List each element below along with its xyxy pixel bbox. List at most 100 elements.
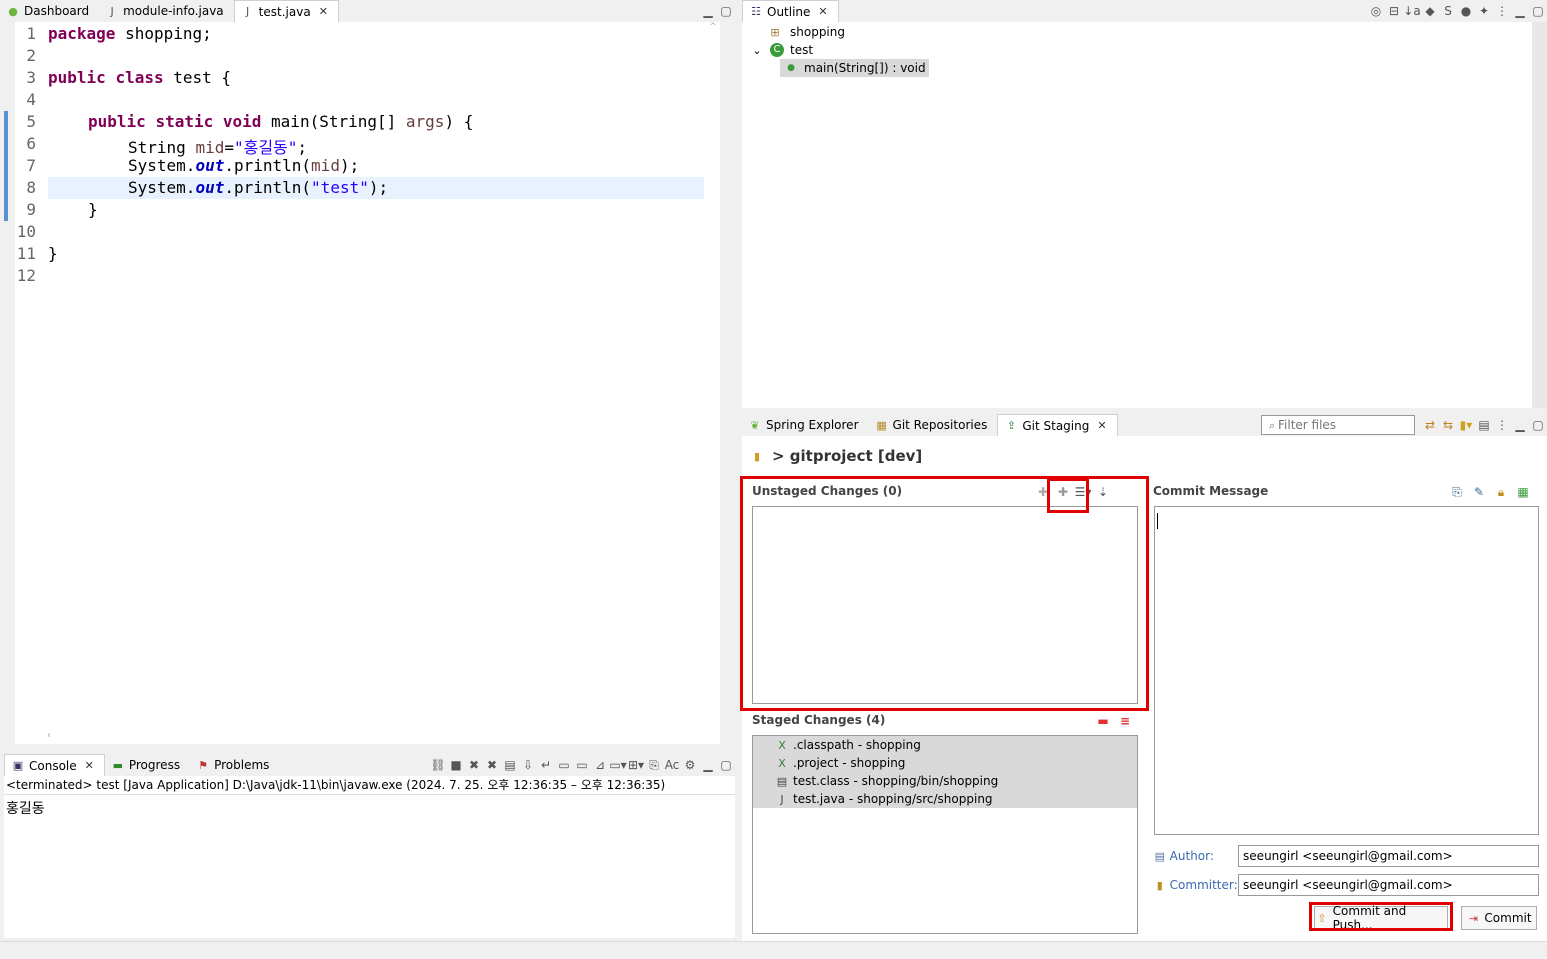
minimize-icon[interactable]: ▁	[699, 2, 717, 20]
sort-icon[interactable]: ↓a	[1403, 2, 1421, 20]
chevron-down-icon[interactable]: ⌄	[750, 43, 764, 57]
list-item[interactable]: X .project - shopping	[753, 754, 1137, 772]
tab-console[interactable]: ▣ Console ✕	[4, 753, 105, 777]
code-line: System.out.println(mid);	[128, 156, 360, 175]
link-icon[interactable]: ⛓	[429, 756, 447, 774]
code-line: public static void main(String[] args) {	[88, 112, 474, 131]
tab-label: Problems	[214, 758, 270, 772]
hide-nonpublic-icon[interactable]: ●	[1457, 2, 1475, 20]
tab-problems[interactable]: ⚑ Problems	[190, 754, 279, 776]
outline-item-method[interactable]: ● main(String[]) : void	[780, 59, 929, 77]
maximize-icon[interactable]: ▢	[717, 756, 735, 774]
staged-list[interactable]: X .classpath - shopping X .project - sho…	[752, 735, 1138, 934]
minimize-icon[interactable]: ▁	[1511, 2, 1529, 20]
unstage-all-icon[interactable]: ≡	[1116, 712, 1134, 730]
add-change-id-icon[interactable]: ▦	[1514, 483, 1532, 501]
settings-icon[interactable]: ⚙	[681, 756, 699, 774]
staged-toolbar: ▬ ≡	[1094, 712, 1134, 730]
tab-outline[interactable]: ☷ Outline ✕	[742, 0, 839, 23]
tab-dashboard[interactable]: ● Dashboard	[0, 0, 99, 22]
remove-launch-icon[interactable]: ✖	[465, 756, 483, 774]
committer-field[interactable]: seeungirl <seeungirl@gmail.com>	[1238, 874, 1539, 896]
commit-message-input[interactable]	[1154, 506, 1539, 835]
tab-test-java[interactable]: J test.java ✕	[233, 0, 339, 23]
xml-file-icon: X	[778, 738, 786, 752]
list-item[interactable]: ▤ test.class - shopping/bin/shopping	[753, 772, 1137, 790]
focus-icon[interactable]: ◎	[1367, 2, 1385, 20]
highlight-commit-push	[1309, 902, 1453, 931]
maximize-icon[interactable]: ▢	[717, 2, 735, 20]
view-menu-icon[interactable]: ⋮	[1493, 416, 1511, 434]
terminate-icon[interactable]: ■	[447, 756, 465, 774]
editor-scrollbar[interactable]: ^	[706, 22, 720, 744]
git-staging-icon: ⇪	[1006, 419, 1016, 432]
line-number: 11	[16, 244, 36, 263]
minimize-icon[interactable]: ▁	[699, 756, 717, 774]
tab-spring-explorer[interactable]: ❦ Spring Explorer	[742, 414, 869, 436]
tab-module-info[interactable]: J module-info.java	[99, 0, 234, 22]
commit-button[interactable]: ⇥ Commit	[1461, 906, 1537, 930]
tab-git-staging[interactable]: ⇪ Git Staging ✕	[997, 413, 1118, 437]
line-number: 10	[16, 222, 36, 241]
amend-icon[interactable]: ⎘	[1448, 483, 1466, 501]
maximize-icon[interactable]: ▢	[1529, 416, 1547, 434]
copy-icon[interactable]: ⎘	[645, 756, 663, 774]
code-line: public class test {	[48, 68, 232, 87]
list-item[interactable]: J test.java - shopping/src/shopping	[753, 790, 1137, 808]
filter-files-input[interactable]: ⌕ Filter files	[1261, 415, 1415, 435]
remove-all-icon[interactable]: ✖	[483, 756, 501, 774]
outline-tree: ⊞ shopping ⌄ C test ● main(String[]) : v…	[742, 22, 1532, 408]
new-console-icon[interactable]: ⊞▾	[627, 756, 645, 774]
editor-tabbar: ● Dashboard J module-info.java J test.ja…	[0, 0, 735, 23]
committer-icon: ▮	[1156, 878, 1163, 892]
ansi-icon[interactable]: Ac	[663, 756, 681, 774]
clear-console-icon[interactable]: ▤	[501, 756, 519, 774]
show-on-output-icon[interactable]: ▭	[555, 756, 573, 774]
console-output: 홍길동	[6, 801, 45, 817]
repo-header: ▮ > gitproject [dev]	[750, 446, 922, 466]
close-icon[interactable]: ✕	[818, 5, 827, 18]
sign-off-icon[interactable]: ✎	[1470, 483, 1488, 501]
outline-item-class[interactable]: ⌄ C test	[750, 41, 813, 59]
link-selection-icon[interactable]: ⇆	[1439, 416, 1457, 434]
tab-label: test.java	[258, 4, 311, 19]
line-number: 3	[26, 68, 36, 87]
hide-static-icon[interactable]: S	[1439, 2, 1457, 20]
minimize-icon[interactable]: ▁	[1511, 416, 1529, 434]
refresh-icon[interactable]: ⇄	[1421, 416, 1439, 434]
repository-icon[interactable]: ▮▾	[1457, 416, 1475, 434]
view-menu-icon[interactable]: ⋮	[1493, 2, 1511, 20]
show-on-error-icon[interactable]: ▭	[573, 756, 591, 774]
display-console-icon[interactable]: ▭▾	[609, 756, 627, 774]
hide-fields-icon[interactable]: ◆	[1421, 2, 1439, 20]
author-field[interactable]: seeungirl <seeungirl@gmail.com>	[1238, 845, 1539, 867]
list-item[interactable]: X .classpath - shopping	[753, 736, 1137, 754]
line-number: 4	[26, 90, 36, 109]
xml-file-icon: X	[778, 756, 786, 770]
pin-console-icon[interactable]: ⊿	[591, 756, 609, 774]
word-wrap-icon[interactable]: ↵	[537, 756, 555, 774]
console-output-area[interactable]: 홍길동	[4, 794, 735, 938]
maximize-icon[interactable]: ▢	[1529, 2, 1547, 20]
outline-scrollbar[interactable]	[1532, 22, 1547, 408]
hide-local-types-icon[interactable]: ✦	[1475, 2, 1493, 20]
progress-icon: ▬	[112, 758, 124, 772]
tab-progress[interactable]: ▬ Progress	[105, 754, 190, 776]
presentation-icon[interactable]: ▤	[1475, 416, 1493, 434]
tab-label: module-info.java	[123, 4, 224, 18]
unstage-selected-icon[interactable]: ▬	[1094, 712, 1112, 730]
close-icon[interactable]: ✕	[85, 759, 94, 772]
commit-toolbar: ⎘ ✎ 🔒︎ ▦	[1448, 483, 1532, 501]
close-icon[interactable]: ✕	[1097, 419, 1106, 432]
lock-icon[interactable]: 🔒︎	[1492, 483, 1510, 501]
scroll-lock-icon[interactable]: ⇩	[519, 756, 537, 774]
method-icon: ●	[787, 62, 795, 73]
outline-item-package[interactable]: ⊞ shopping	[768, 23, 845, 41]
outline-tabbar: ☷ Outline ✕ ◎ ⊟ ↓a ◆ S ● ✦ ⋮ ▁ ▢	[742, 0, 1547, 23]
highlight-stage-all	[1047, 478, 1089, 513]
editor-hscrollbar[interactable]: ‹	[47, 730, 706, 744]
tab-git-repositories[interactable]: ▦ Git Repositories	[869, 414, 998, 436]
collapse-all-icon[interactable]: ⊟	[1385, 2, 1403, 20]
close-icon[interactable]: ✕	[319, 5, 328, 18]
code-line: package shopping;	[48, 24, 212, 43]
